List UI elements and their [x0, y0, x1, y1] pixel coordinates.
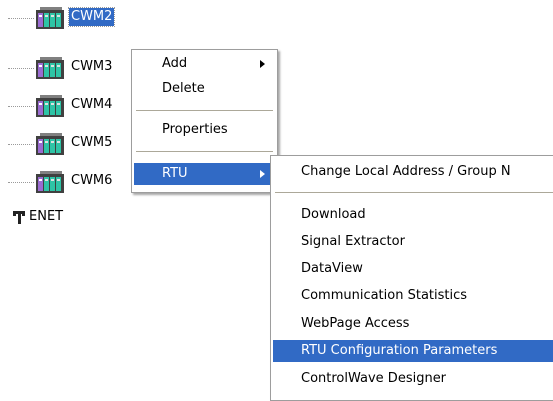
menu-item-change-local-address[interactable]: Change Local Address / Group N	[273, 161, 553, 183]
tree-node-enet[interactable]: ENET	[29, 208, 63, 226]
tree-node-label[interactable]: CWM3	[69, 58, 114, 76]
menu-item-label: Change Local Address / Group N	[301, 164, 511, 179]
menu-separator	[275, 192, 553, 193]
menu-item-webpage-access[interactable]: WebPage Access	[273, 313, 553, 335]
menu-item-controlwave-designer[interactable]: ControlWave Designer	[273, 368, 553, 390]
menu-item-label: RTU	[162, 166, 188, 181]
tree-connector	[8, 182, 34, 183]
rtu-device-icon	[34, 95, 66, 117]
menu-item-delete[interactable]: Delete	[134, 78, 275, 100]
tree-node-label[interactable]: CWM2	[67, 7, 116, 27]
menu-item-communication-statistics[interactable]: Communication Statistics	[273, 285, 553, 307]
tree-node-label[interactable]: CWM5	[69, 134, 114, 152]
menu-item-rtu[interactable]: RTU	[134, 163, 275, 185]
tree-node-cwm2[interactable]: CWM2	[0, 5, 140, 29]
network-icon	[13, 211, 25, 224]
rtu-device-icon	[34, 7, 66, 29]
menu-item-label: Add	[162, 56, 188, 71]
tree-node-cwm4[interactable]: CWM4	[0, 93, 140, 117]
tree-connector	[8, 106, 34, 107]
rtu-device-icon	[34, 133, 66, 155]
menu-item-dataview[interactable]: DataView	[273, 258, 553, 280]
tree-node-label[interactable]: CWM4	[69, 96, 114, 114]
rtu-device-icon	[34, 57, 66, 79]
menu-item-properties[interactable]: Properties	[134, 119, 275, 141]
context-menu: Add Delete Properties RTU	[131, 49, 278, 193]
menu-item-label: Delete	[162, 81, 205, 96]
menu-item-rtu-configuration-parameters[interactable]: RTU Configuration Parameters	[273, 340, 553, 362]
tree-node-cwm3[interactable]: CWM3	[0, 55, 140, 79]
menu-item-label: Properties	[162, 122, 228, 137]
tree-connector	[8, 18, 34, 19]
menu-separator	[136, 151, 273, 152]
menu-item-signal-extractor[interactable]: Signal Extractor	[273, 231, 553, 253]
menu-item-download[interactable]: Download	[273, 204, 553, 226]
menu-item-add[interactable]: Add	[134, 53, 275, 75]
menu-item-label: WebPage Access	[301, 316, 410, 331]
tree-connector	[8, 144, 34, 145]
menu-item-label: Communication Statistics	[301, 288, 468, 303]
submenu-arrow-icon	[260, 170, 265, 178]
tree-connector	[8, 68, 34, 69]
menu-item-label: Download	[301, 207, 366, 222]
menu-item-label: RTU Configuration Parameters	[301, 343, 498, 358]
menu-item-label: Signal Extractor	[301, 234, 405, 249]
menu-item-label: ControlWave Designer	[301, 371, 447, 386]
tree-node-cwm6[interactable]: CWM6	[0, 169, 140, 193]
menu-separator	[136, 110, 273, 111]
menu-item-label: DataView	[301, 261, 363, 276]
tree-node-label[interactable]: CWM6	[69, 172, 114, 190]
rtu-device-icon	[34, 171, 66, 193]
tree-node-cwm5[interactable]: CWM5	[0, 131, 140, 155]
rtu-submenu: Change Local Address / Group N Download …	[270, 155, 553, 401]
submenu-arrow-icon	[260, 60, 265, 68]
